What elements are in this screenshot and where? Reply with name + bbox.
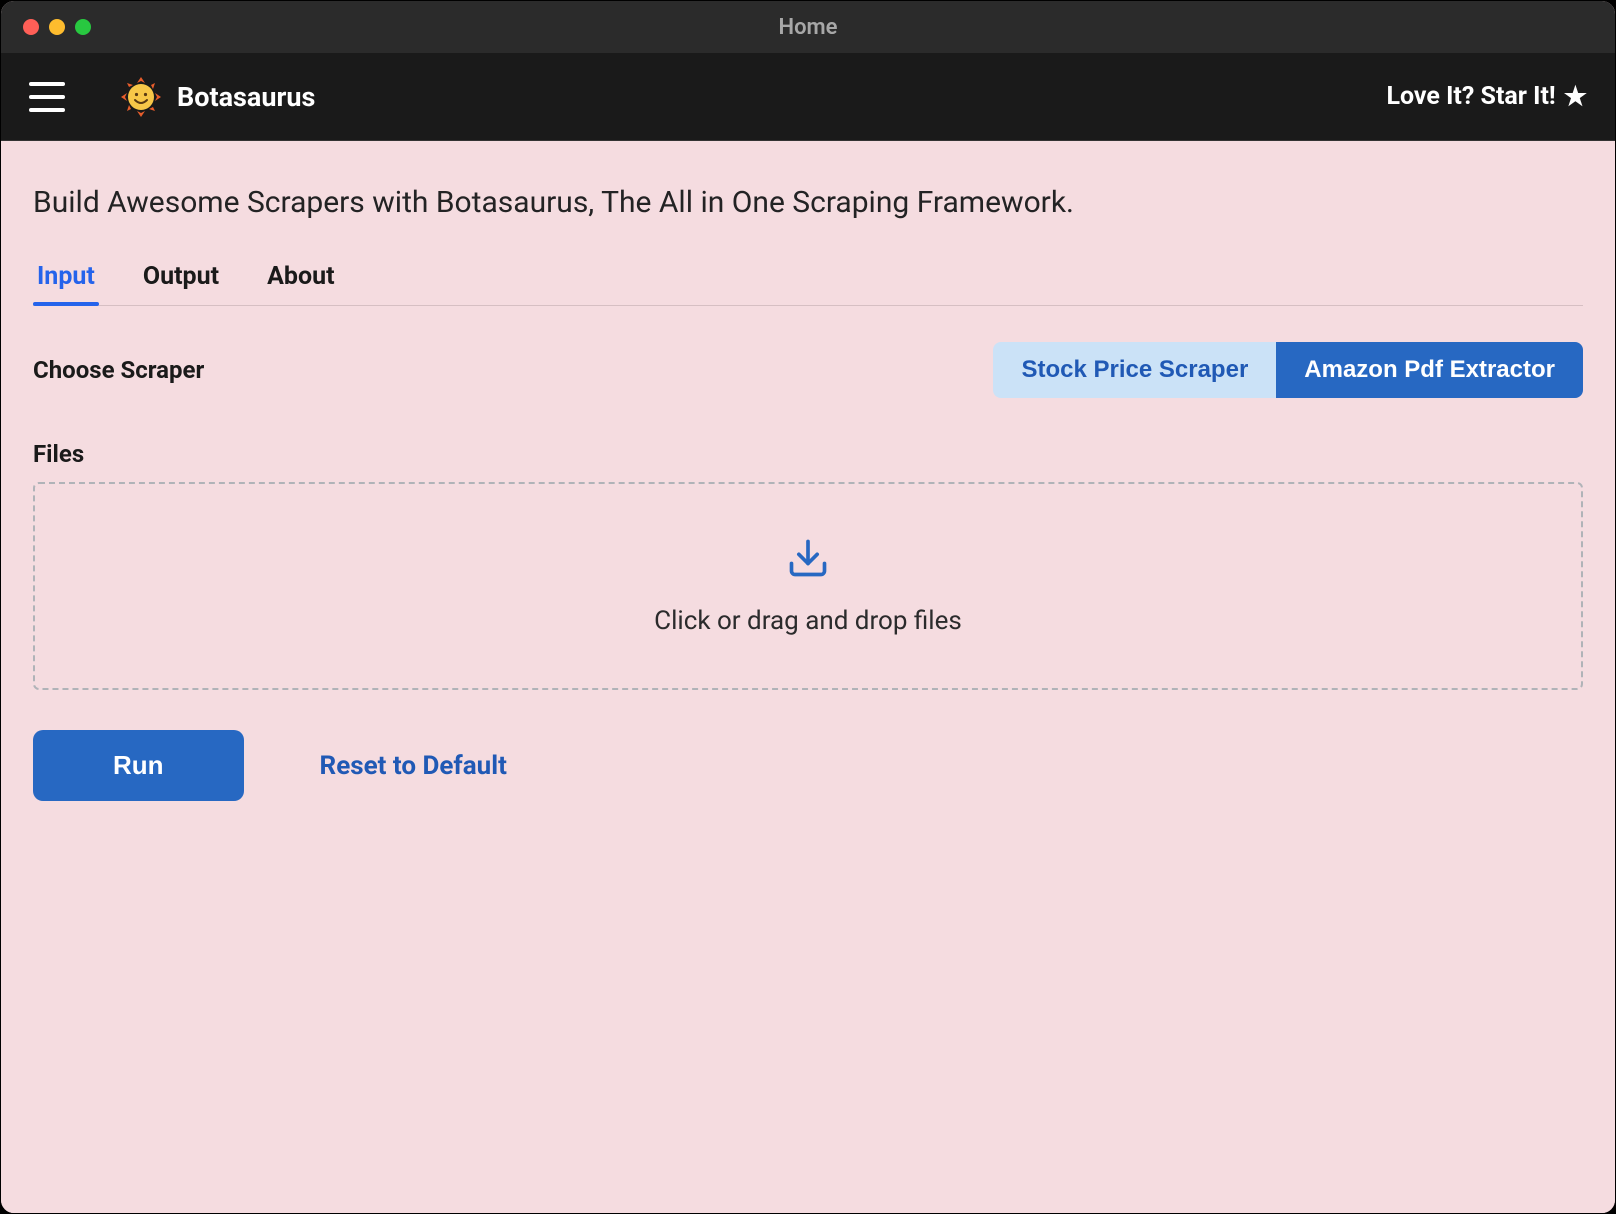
brand: Botasaurus (121, 77, 315, 117)
upload-icon (786, 536, 830, 584)
star-it-link[interactable]: Love It? Star It! ★ (1386, 82, 1587, 112)
tagline: Build Awesome Scrapers with Botasaurus, … (33, 141, 1583, 252)
scraper-button-group: Stock Price Scraper Amazon Pdf Extractor (993, 342, 1583, 398)
action-row: Run Reset to Default (33, 690, 1583, 801)
scraper-option-amazon[interactable]: Amazon Pdf Extractor (1276, 342, 1583, 398)
tabs: Input Output About (33, 252, 1583, 306)
brand-name: Botasaurus (177, 81, 315, 113)
main-content: Build Awesome Scrapers with Botasaurus, … (1, 141, 1615, 1213)
sun-logo-icon (121, 77, 161, 117)
choose-scraper-label: Choose Scraper (33, 356, 204, 384)
window-title: Home (779, 15, 838, 40)
window-controls (1, 19, 91, 35)
tab-input[interactable]: Input (33, 252, 99, 305)
tab-about[interactable]: About (263, 252, 338, 305)
reset-to-default-link[interactable]: Reset to Default (320, 751, 507, 781)
scraper-option-stock[interactable]: Stock Price Scraper (993, 342, 1276, 398)
star-icon: ★ (1564, 82, 1587, 112)
dropzone-text: Click or drag and drop files (654, 606, 962, 636)
titlebar: Home (1, 1, 1615, 53)
minimize-window-button[interactable] (49, 19, 65, 35)
appbar: Botasaurus Love It? Star It! ★ (1, 53, 1615, 141)
star-it-label: Love It? Star It! (1386, 82, 1555, 111)
tab-output[interactable]: Output (139, 252, 223, 305)
run-button[interactable]: Run (33, 730, 244, 801)
maximize-window-button[interactable] (75, 19, 91, 35)
choose-scraper-row: Choose Scraper Stock Price Scraper Amazo… (33, 306, 1583, 398)
app-window: Home (0, 0, 1616, 1214)
files-label: Files (33, 398, 1583, 482)
files-dropzone[interactable]: Click or drag and drop files (33, 482, 1583, 690)
menu-icon[interactable] (29, 82, 65, 112)
close-window-button[interactable] (23, 19, 39, 35)
